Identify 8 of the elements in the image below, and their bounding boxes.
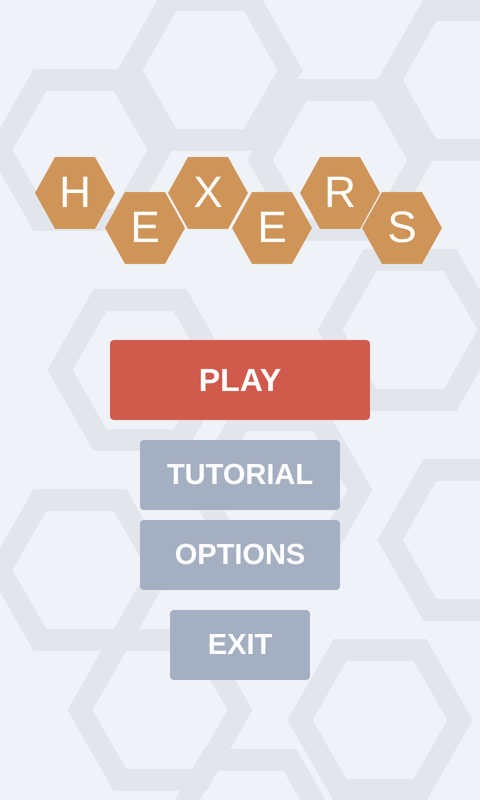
logo-letter-tile: E — [105, 192, 185, 264]
logo-letter-tile: X — [168, 157, 248, 229]
menu-button[interactable]: OPTIONS — [140, 520, 340, 590]
logo-letter-tile: E — [232, 192, 312, 264]
logo-letter-tile: R — [300, 157, 380, 229]
menu-button[interactable]: EXIT — [170, 610, 310, 680]
menu-button[interactable]: TUTORIAL — [140, 440, 340, 510]
play-button[interactable]: PLAY — [110, 340, 370, 420]
